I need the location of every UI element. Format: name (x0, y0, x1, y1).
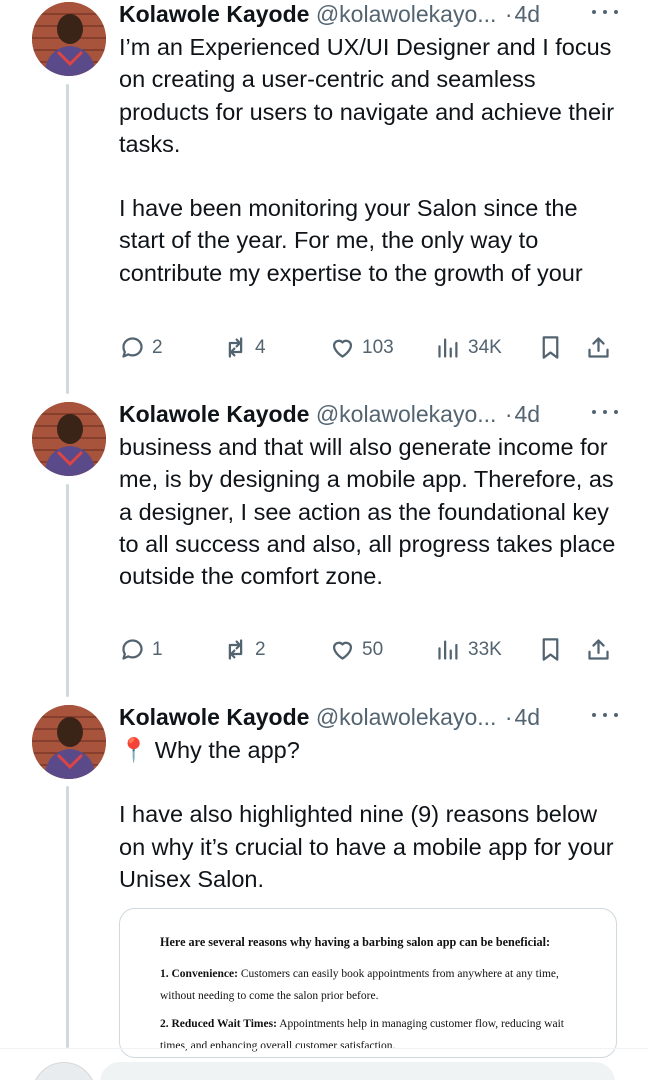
views-button[interactable]: 33K (435, 636, 502, 663)
repost-icon (228, 639, 243, 660)
share-button[interactable] (585, 334, 612, 361)
timestamp[interactable]: 4d (515, 401, 541, 427)
tweet-first-line: 📍 Why the app? (119, 734, 624, 766)
views-count: 33K (468, 638, 502, 660)
repost-icon (228, 337, 243, 358)
media-item-label: 1. Convenience: (160, 968, 238, 980)
media-item: 2. Reduced Wait Times: Appointments help… (160, 1013, 585, 1057)
pin-emoji-icon: 📍 (119, 737, 149, 763)
reply-input[interactable] (100, 1062, 615, 1080)
tweet-text: business and that will also generate inc… (119, 431, 624, 592)
avatar[interactable] (32, 402, 106, 476)
tweet-text: 📍 Why the app? I have also highlighted n… (119, 734, 624, 895)
repost-count: 2 (255, 638, 266, 660)
repost-button[interactable]: 4 (222, 334, 266, 361)
views-icon (438, 338, 458, 358)
thread-line (66, 84, 69, 394)
tweet-paragraph: business and that will also generate inc… (119, 434, 616, 590)
repost-button[interactable]: 2 (222, 636, 266, 663)
reply-count: 1 (152, 638, 163, 660)
more-icon[interactable] (592, 402, 618, 422)
avatar-photo (32, 2, 106, 76)
share-icon (588, 639, 609, 660)
tweet-line: Why the app? (154, 737, 300, 763)
user-handle[interactable]: @kolawolekayo... (316, 401, 497, 427)
bookmark-icon (542, 638, 559, 661)
composer-divider (0, 1048, 648, 1049)
share-button[interactable] (585, 636, 612, 663)
more-icon[interactable] (592, 2, 618, 22)
views-icon (438, 640, 458, 660)
tweet-header: Kolawole Kayode @kolawolekayo... ·4d (119, 703, 620, 731)
display-name[interactable]: Kolawole Kayode (119, 1, 309, 27)
tweet-paragraph: I have been monitoring your Salon since … (119, 195, 583, 286)
display-name[interactable]: Kolawole Kayode (119, 401, 309, 427)
more-icon[interactable] (592, 705, 618, 725)
like-count: 103 (362, 336, 394, 358)
thread-line (66, 786, 69, 1048)
media-document: Here are several reasons why having a ba… (160, 931, 585, 1057)
separator-dot: · (504, 1, 513, 27)
like-button[interactable]: 50 (329, 636, 383, 663)
avatar[interactable] (32, 2, 106, 76)
like-button[interactable]: 103 (329, 334, 394, 361)
tweet-text: I’m an Experienced UX/UI Designer and I … (119, 31, 624, 289)
reply-count: 2 (152, 336, 163, 358)
reply-icon (122, 337, 143, 358)
separator-dot: · (504, 704, 513, 730)
heart-icon (332, 641, 353, 660)
avatar[interactable] (32, 705, 106, 779)
reply-button[interactable]: 2 (119, 334, 163, 361)
thread-line (66, 484, 69, 697)
heart-icon (332, 339, 353, 358)
repost-count: 4 (255, 336, 266, 358)
user-handle[interactable]: @kolawolekayo... (316, 1, 497, 27)
separator-dot: · (504, 401, 513, 427)
media-item-label: 2. Reduced Wait Times: (160, 1018, 277, 1030)
media-heading: Here are several reasons why having a ba… (160, 935, 551, 949)
like-count: 50 (362, 638, 384, 660)
tweet-media-image[interactable]: Here are several reasons why having a ba… (119, 908, 617, 1058)
tweet-paragraph: I have also highlighted nine (9) reasons… (119, 801, 614, 892)
tweet-actions: 2 4 103 34K (119, 334, 619, 364)
reply-icon (122, 639, 143, 660)
tweet-paragraph: I’m an Experienced UX/UI Designer and I … (119, 34, 615, 157)
views-count: 34K (468, 336, 502, 358)
timestamp[interactable]: 4d (515, 1, 541, 27)
timestamp[interactable]: 4d (515, 704, 541, 730)
share-icon (588, 337, 609, 358)
bookmark-button[interactable] (537, 334, 564, 361)
avatar-photo (32, 402, 106, 476)
display-name[interactable]: Kolawole Kayode (119, 704, 309, 730)
tweet-header: Kolawole Kayode @kolawolekayo... ·4d (119, 0, 620, 28)
views-button[interactable]: 34K (435, 334, 502, 361)
bookmark-button[interactable] (537, 636, 564, 663)
current-user-avatar[interactable] (32, 1062, 96, 1080)
user-handle[interactable]: @kolawolekayo... (316, 704, 497, 730)
tweet-actions: 1 2 50 33K (119, 636, 619, 666)
media-item: 1. Convenience: Customers can easily boo… (160, 963, 585, 1007)
tweet-header: Kolawole Kayode @kolawolekayo... ·4d (119, 400, 620, 428)
reply-button[interactable]: 1 (119, 636, 163, 663)
bookmark-icon (542, 336, 559, 359)
avatar-photo (32, 705, 106, 779)
